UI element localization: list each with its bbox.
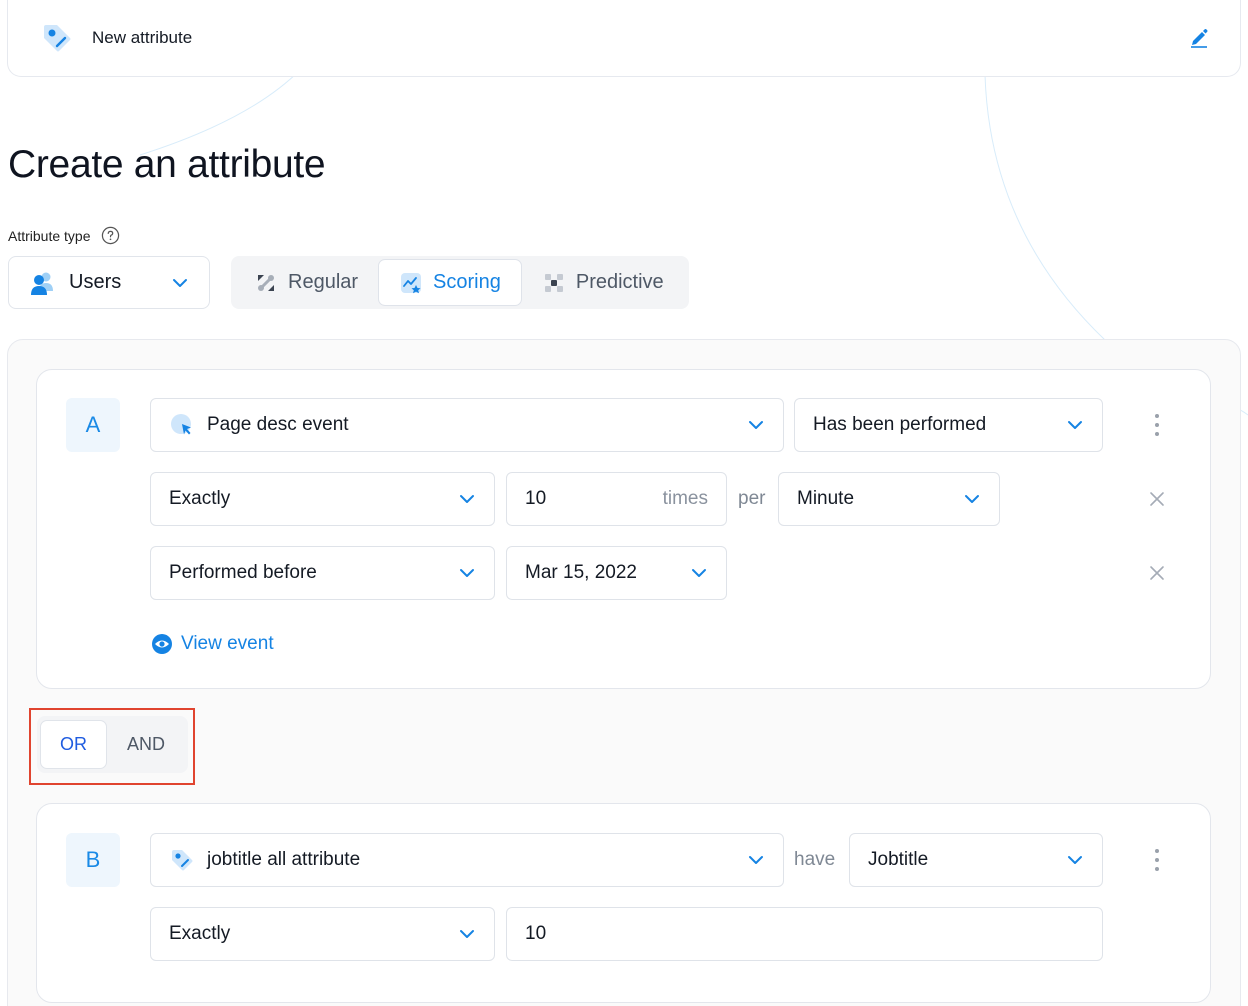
attribute-type-label: Attribute type [8,226,120,245]
remove-time-condition-icon[interactable] [1149,565,1165,581]
regular-icon [258,274,274,291]
more-options-icon[interactable] [1147,412,1167,438]
users-icon [31,272,53,295]
chevron-down-icon [965,495,979,503]
cursor-click-icon [171,414,191,435]
logic-operator-toggle: OR AND [37,716,188,773]
chevron-down-icon [460,569,474,577]
performed-select[interactable]: Has been performed [794,398,1103,452]
operator-select-value: Exactly [169,923,231,944]
chevron-down-icon [749,421,763,429]
view-event-link[interactable]: View event [151,633,274,655]
date-select[interactable]: Mar 15, 2022 [506,546,727,600]
period-select-value: Minute [797,488,855,509]
tab-regular-label: Regular [288,271,359,293]
page-title: Create an attribute [8,143,326,186]
attribute-select[interactable]: jobtitle all attribute [150,833,784,887]
chevron-down-icon [460,930,474,938]
chevron-down-icon [1068,421,1082,429]
attribute-tag-icon [44,25,71,52]
header-title: New attribute [92,28,193,47]
per-label: per [738,488,766,509]
date-select-value: Mar 15, 2022 [525,562,637,583]
scoring-icon [401,272,422,293]
remove-frequency-icon[interactable] [1149,491,1165,507]
frequency-count-value: 10 [525,488,547,509]
tab-scoring-label: Scoring [433,271,501,293]
entity-type-value: Users [69,271,122,293]
tab-scoring[interactable]: Scoring [378,259,522,306]
entity-type-select[interactable]: Users [8,256,210,309]
attribute-select-value: jobtitle all attribute [207,849,361,870]
frequency-operator-select[interactable]: Exactly [150,472,495,526]
tab-predictive[interactable]: Predictive [522,259,684,306]
performed-select-value: Has been performed [813,414,987,435]
period-select[interactable]: Minute [778,472,1000,526]
app-header: New attribute [7,0,1241,77]
condition-letter-a: A [66,398,120,452]
field-select-value: Jobtitle [868,849,929,870]
attribute-type-text: Attribute type [8,227,91,244]
chevron-down-icon [692,569,706,577]
condition-letter-b: B [66,833,120,887]
event-select[interactable]: Page desc event [150,398,784,452]
view-event-label: View event [181,633,274,654]
chevron-down-icon [1068,856,1082,864]
event-select-value: Page desc event [207,414,349,435]
frequency-operator-value: Exactly [169,488,231,509]
logic-and-option[interactable]: AND [107,720,185,769]
pencil-icon[interactable] [1188,26,1210,48]
have-label: have [794,849,836,870]
frequency-count-input[interactable]: 10 times [506,472,727,526]
tab-regular[interactable]: Regular [234,259,378,306]
time-operator-value: Performed before [169,562,317,583]
chevron-down-icon [460,495,474,503]
question-circle-icon[interactable] [101,226,120,245]
logic-or-option[interactable]: OR [40,720,107,769]
value-input-value: 10 [525,923,547,944]
chevron-down-icon [749,856,763,864]
chevron-down-icon [173,278,187,287]
eye-icon [152,634,172,654]
value-input[interactable]: 10 [506,907,1103,961]
more-options-icon[interactable] [1147,847,1167,873]
frequency-count-suffix: times [662,488,708,509]
operator-select[interactable]: Exactly [150,907,495,961]
time-operator-select[interactable]: Performed before [150,546,495,600]
tab-predictive-label: Predictive [575,271,664,293]
attribute-tag-icon [172,850,193,871]
predictive-icon [544,273,563,292]
attribute-type-tabs: Regular Scoring Predictive [231,256,689,309]
field-select[interactable]: Jobtitle [849,833,1103,887]
